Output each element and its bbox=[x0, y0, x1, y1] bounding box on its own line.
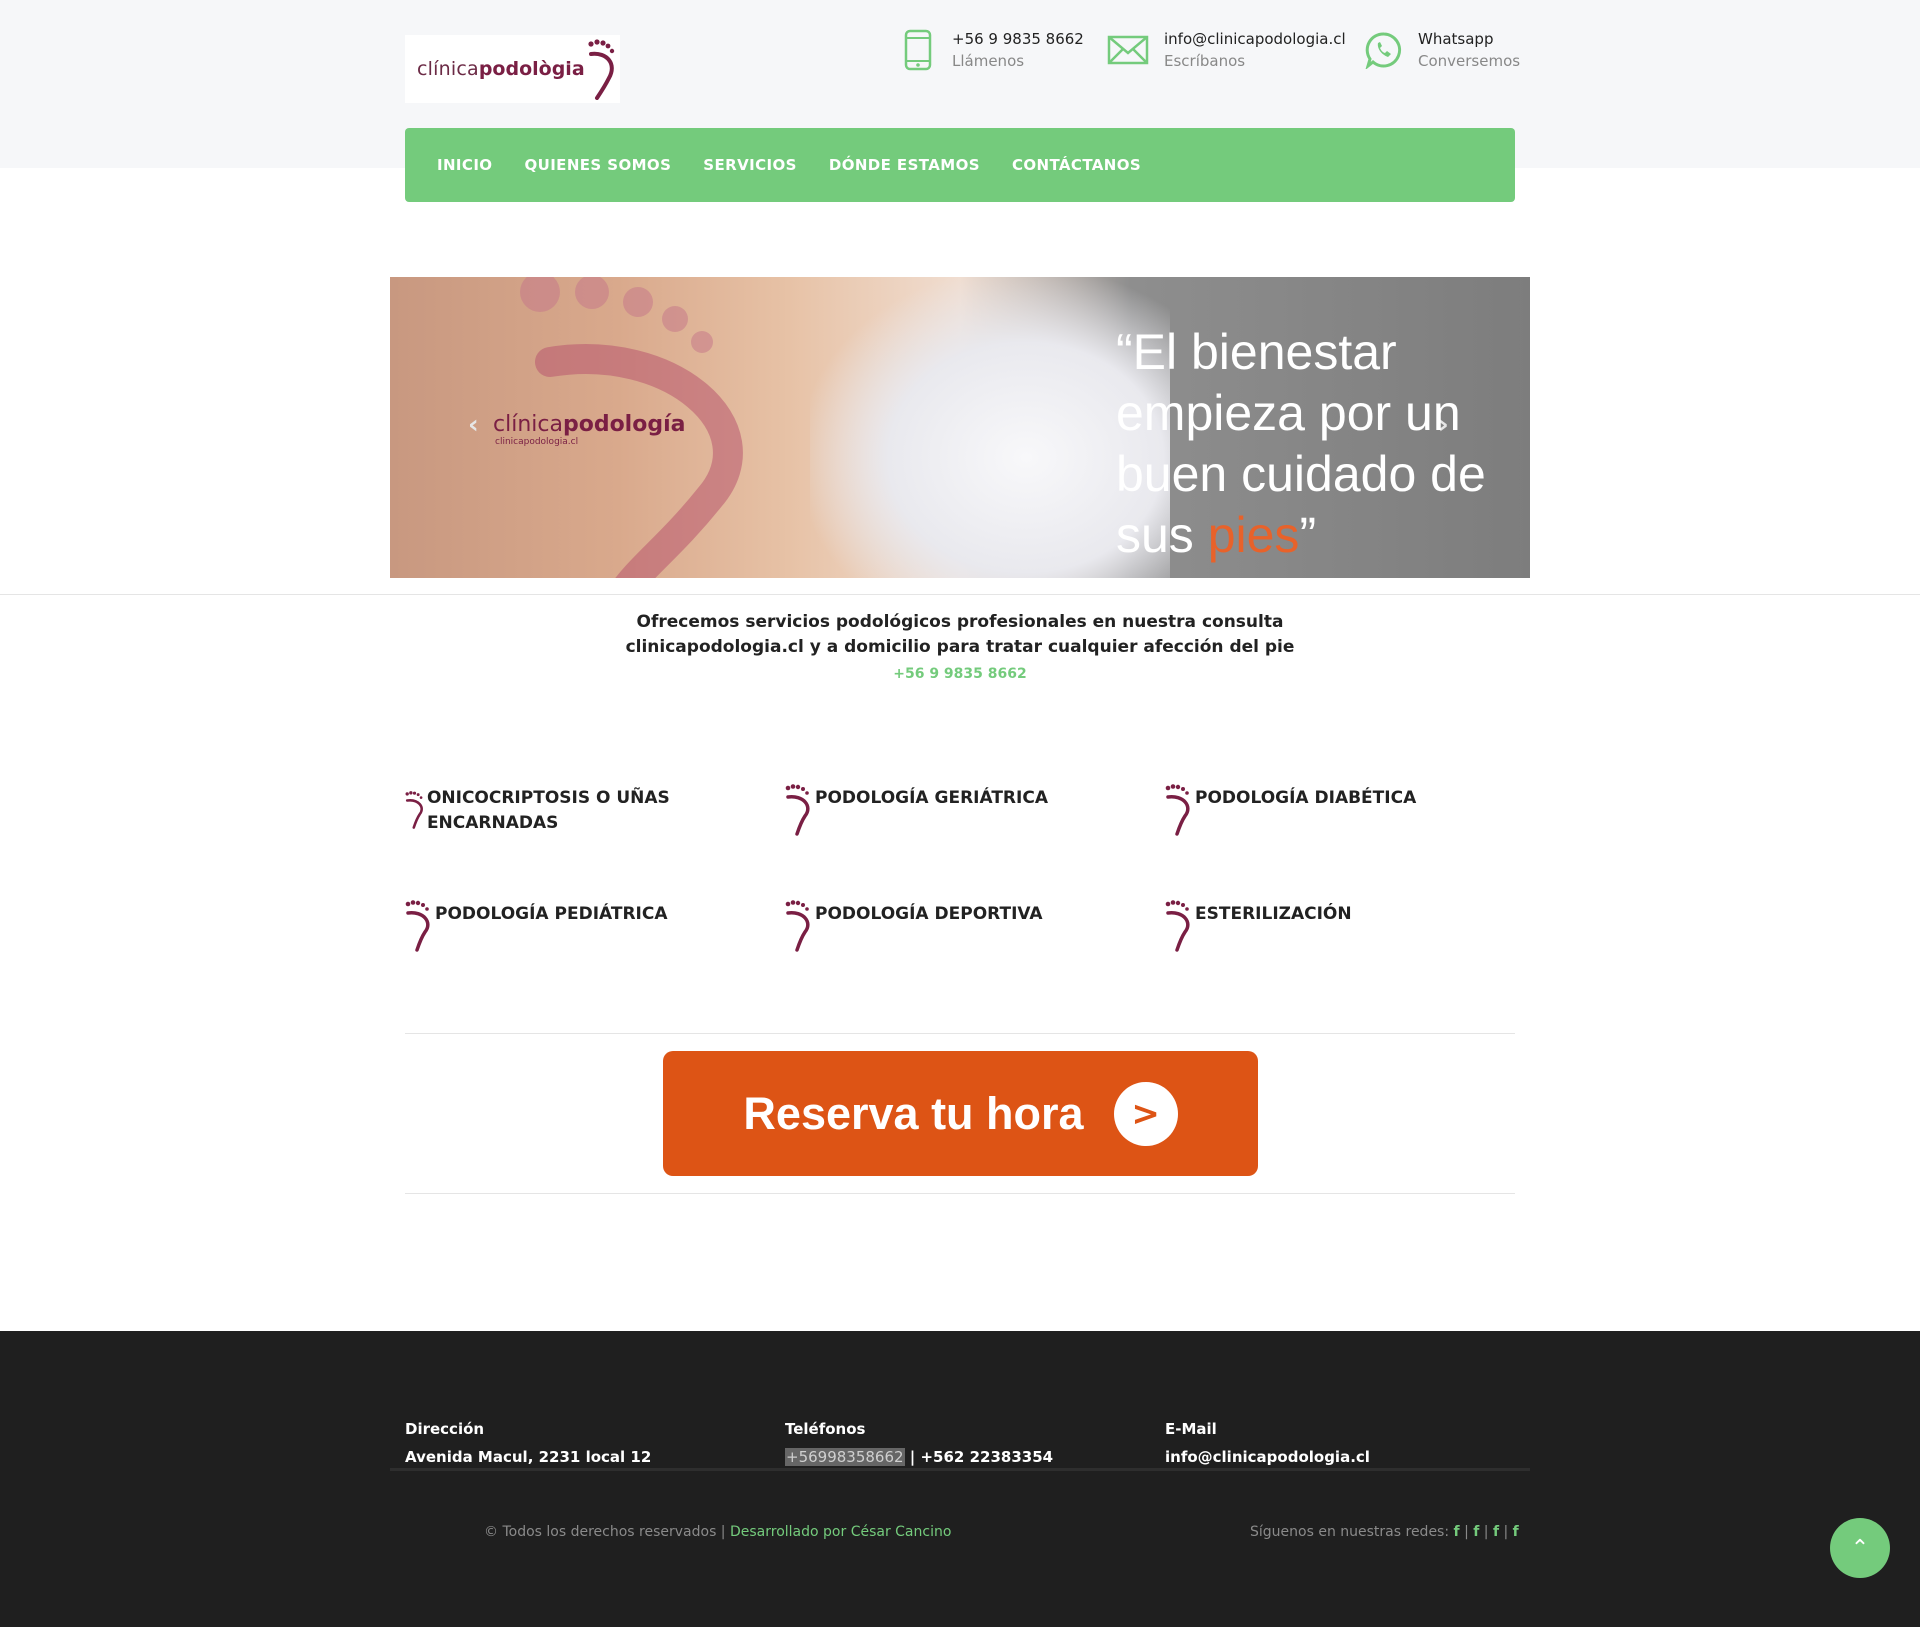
service-item[interactable]: ONICOCRIPTOSIS O UÑAS ENCARNADAS bbox=[405, 784, 705, 836]
social-separator: | bbox=[1503, 1524, 1509, 1540]
reserve-hour-button[interactable]: Reserva tu hora > bbox=[663, 1051, 1258, 1176]
facebook-icon[interactable]: f bbox=[1513, 1524, 1519, 1540]
foot-service-icon bbox=[405, 791, 423, 829]
slide-brand: clínicapodología bbox=[493, 412, 685, 437]
service-label: ESTERILIZACIÓN bbox=[1195, 904, 1352, 924]
slide-brand-clinica: clínica bbox=[493, 412, 563, 437]
section-divider bbox=[0, 594, 1920, 595]
header-phone-value: +56 9 9835 8662 bbox=[952, 30, 1084, 48]
header-whatsapp[interactable]: Whatsapp Conversemos bbox=[1364, 28, 1520, 72]
service-label: PODOLOGÍA DEPORTIVA bbox=[815, 904, 1043, 924]
arrow-right-icon: > bbox=[1113, 1081, 1178, 1146]
nav-item-contactanos[interactable]: CONTÁCTANOS bbox=[1012, 156, 1141, 174]
cta-divider-top bbox=[405, 1033, 1515, 1034]
footer-email-value[interactable]: info@clinicapodologia.cl bbox=[1165, 1443, 1370, 1471]
cta-divider-bottom bbox=[405, 1193, 1515, 1194]
facebook-icon[interactable]: f bbox=[1454, 1524, 1460, 1540]
intro-line-1: Ofrecemos servicios podológicos profesio… bbox=[636, 612, 1284, 632]
hero-slider: ‹ › clínicapodología clinicapodologia.cl… bbox=[390, 277, 1530, 578]
slider-prev-arrow[interactable]: ‹ bbox=[468, 410, 479, 440]
foot-service-icon bbox=[785, 784, 810, 836]
header-whatsapp-caption: Conversemos bbox=[1418, 52, 1521, 70]
reserve-hour-label: Reserva tu hora bbox=[743, 1087, 1084, 1139]
service-item[interactable]: PODOLOGÍA DIABÉTICA bbox=[1165, 784, 1465, 836]
header-whatsapp-value: Whatsapp bbox=[1418, 30, 1494, 48]
header-email-caption: Escríbanos bbox=[1164, 52, 1246, 70]
foot-service-icon bbox=[1165, 900, 1190, 952]
footer-phone-separator: | bbox=[904, 1448, 921, 1466]
logo-text-clinica: clínica bbox=[417, 58, 479, 80]
footer-social: Síguenos en nuestras redes: f | f | f | … bbox=[1250, 1524, 1519, 1540]
header-phone-caption: Llámenos bbox=[952, 52, 1025, 70]
header-email-value: info@clinicapodologia.cl bbox=[1164, 30, 1346, 48]
footer-phones: Teléfonos +56998358662 | +562 22383354 bbox=[785, 1415, 1053, 1471]
facebook-icon[interactable]: f bbox=[1493, 1524, 1499, 1540]
nav-item-inicio[interactable]: INICIO bbox=[437, 156, 492, 174]
footer-address-value: Avenida Macul, 2231 local 12 bbox=[405, 1448, 652, 1466]
site-logo[interactable]: clínica podològia bbox=[405, 35, 620, 103]
service-item[interactable]: PODOLOGÍA DEPORTIVA bbox=[785, 900, 1085, 952]
foot-service-icon bbox=[405, 900, 430, 952]
intro-line-2: clinicapodologia.cl y a domicilio para t… bbox=[625, 637, 1295, 657]
mobile-phone-icon bbox=[898, 28, 938, 72]
footer-email: E-Mail info@clinicapodologia.cl bbox=[1165, 1415, 1370, 1471]
header-phone[interactable]: +56 9 9835 8662 Llámenos bbox=[898, 28, 1084, 72]
envelope-icon bbox=[1106, 28, 1150, 72]
slide-quote-end: ” bbox=[1299, 507, 1317, 563]
intro-phone-link[interactable]: +56 9 9835 8662 bbox=[860, 666, 1060, 682]
slide-brand-url: clinicapodologia.cl bbox=[495, 437, 579, 447]
service-item[interactable]: PODOLOGÍA PEDIÁTRICA bbox=[405, 900, 705, 952]
footer-copyright: © Todos los derechos reservados | Desarr… bbox=[484, 1524, 951, 1540]
slide-quote: “El bienestar empieza por un buen cuidad… bbox=[1116, 322, 1516, 566]
footer-email-title: E-Mail bbox=[1165, 1420, 1217, 1438]
footer-phone-1[interactable]: +56998358662 bbox=[785, 1448, 905, 1466]
slide-brand-podologia: podología bbox=[562, 412, 686, 437]
intro-text: Ofrecemos servicios podológicos profesio… bbox=[560, 610, 1360, 660]
footer: Dirección Avenida Macul, 2231 local 12 T… bbox=[0, 1331, 1920, 1627]
logo-text-podologia: podològia bbox=[478, 58, 585, 80]
foot-service-icon bbox=[1165, 784, 1190, 836]
service-label: PODOLOGÍA PEDIÁTRICA bbox=[435, 904, 668, 924]
facebook-icon[interactable]: f bbox=[1473, 1524, 1479, 1540]
footer-address: Dirección Avenida Macul, 2231 local 12 bbox=[405, 1415, 651, 1471]
nav-item-quienes-somos[interactable]: QUIENES SOMOS bbox=[524, 156, 671, 174]
slide-quote-highlight: pies bbox=[1207, 507, 1300, 563]
foot-logo-icon bbox=[588, 39, 614, 100]
whatsapp-icon bbox=[1364, 28, 1404, 72]
service-label: PODOLOGÍA GERIÁTRICA bbox=[815, 788, 1048, 808]
footer-phones-value: +56998358662 | +562 22383354 bbox=[785, 1443, 1053, 1471]
nav-item-donde-estamos[interactable]: DÓNDE ESTAMOS bbox=[829, 156, 980, 174]
scroll-to-top-button[interactable]: ⌃ bbox=[1830, 1518, 1890, 1578]
footer-phones-title: Teléfonos bbox=[785, 1420, 866, 1438]
service-item[interactable]: PODOLOGÍA GERIÁTRICA bbox=[785, 784, 1085, 836]
nav-item-servicios[interactable]: SERVICIOS bbox=[703, 156, 797, 174]
foot-service-icon bbox=[785, 900, 810, 952]
copyright-text: © Todos los derechos reservados | bbox=[484, 1524, 730, 1540]
footer-phone-2[interactable]: +562 22383354 bbox=[920, 1448, 1053, 1466]
service-item[interactable]: ESTERILIZACIÓN bbox=[1165, 900, 1465, 952]
footer-separator bbox=[390, 1468, 1530, 1471]
social-separator: | bbox=[1483, 1524, 1489, 1540]
footer-address-title: Dirección bbox=[405, 1420, 485, 1438]
main-nav: INICIO QUIENES SOMOS SERVICIOS DÓNDE EST… bbox=[405, 128, 1515, 202]
service-label: PODOLOGÍA DIABÉTICA bbox=[1195, 788, 1417, 808]
chevron-up-icon: ⌃ bbox=[1850, 1535, 1870, 1561]
header-email[interactable]: info@clinicapodologia.cl Escríbanos bbox=[1106, 28, 1346, 72]
service-label: ONICOCRIPTOSIS O UÑAS ENCARNADAS bbox=[426, 788, 670, 833]
developer-link[interactable]: Desarrollado por César Cancino bbox=[730, 1524, 951, 1540]
social-label: Síguenos en nuestras redes: bbox=[1250, 1524, 1454, 1540]
social-separator: | bbox=[1464, 1524, 1469, 1540]
